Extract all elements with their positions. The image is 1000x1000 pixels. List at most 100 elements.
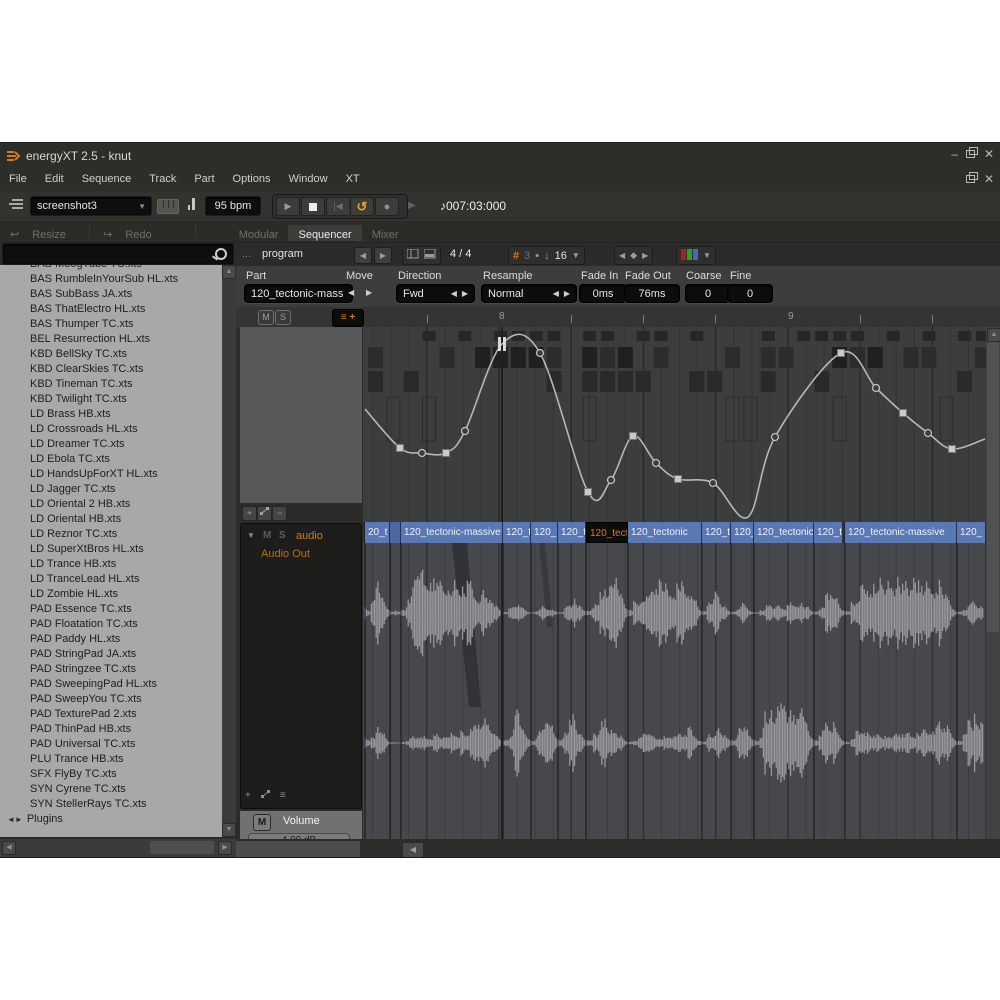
list-item[interactable]: PAD TexturePad 2.xts [0,707,222,722]
track-header[interactable]: ▼ M S audio Audio Out + ≡ [240,523,362,809]
list-item[interactable]: LD Crossroads HL.xts [0,422,222,437]
list-item[interactable]: LD Oriental HB.xts [0,512,222,527]
restore-button[interactable] [966,147,976,157]
menu-item-sequence[interactable]: Sequence [73,169,141,185]
arrangement-list-icon[interactable] [8,198,24,215]
automation-point-square[interactable] [949,446,956,453]
automation-point-square[interactable] [675,476,682,483]
song-play-icon[interactable]: ▶ [408,200,416,211]
list-item[interactable]: PAD Universal TC.xts [0,737,222,752]
tab-sequencer[interactable]: Sequencer [288,225,361,241]
fade-out-field[interactable]: 76ms [624,284,680,303]
automation-point-square[interactable] [838,350,845,357]
list-item[interactable]: LD Trance HB.xts [0,557,222,572]
automation-point-circle[interactable] [462,428,469,435]
lane-solo-button[interactable]: S [275,310,291,325]
record-button[interactable]: ● [375,197,399,216]
automation-point-circle[interactable] [653,460,660,467]
scroll-left-icon[interactable]: ◀ [402,842,424,858]
clip[interactable]: 120_t [531,522,558,543]
rewind-button[interactable]: |◀ [326,197,349,216]
clip[interactable]: 20_t [365,522,390,543]
coarse-field[interactable]: 0 [685,284,731,303]
clip[interactable]: 120_t [702,522,731,543]
clip[interactable]: 120_t [558,522,586,543]
layout-bottom-icon[interactable] [424,249,436,262]
clip-selected[interactable]: 120_tect [586,522,628,543]
nav-right-icon[interactable]: ▶ [642,251,648,260]
clip[interactable]: 120_ [957,522,986,543]
tab-mixer[interactable]: Mixer [362,225,409,241]
clip[interactable]: 120_tectonic-massive [845,522,957,543]
menu-item-options[interactable]: Options [224,169,280,185]
dot-icon[interactable]: • [535,250,539,262]
list-item[interactable]: LD Jagger TC.xts [0,482,222,497]
arrange-vertical-scrollbar[interactable]: ▲ [986,327,1000,839]
lane-add-button[interactable]: ≡ + [332,309,364,327]
layout-split-icon[interactable] [407,249,419,262]
track-output[interactable]: Audio Out [261,548,310,560]
list-item[interactable]: PAD StringPad JA.xts [0,647,222,662]
list-item[interactable]: LD Oriental 2 HB.xts [0,497,222,512]
clip[interactable]: 120_tectonic [754,522,814,543]
list-item[interactable]: PAD SweepingPad HL.xts [0,677,222,692]
list-item[interactable]: LD Ebola TC.xts [0,452,222,467]
play-button[interactable]: ▶ [276,197,300,216]
zoom-link-icon[interactable] [261,790,270,802]
list-item[interactable]: BAS MoogTube TC.xts [0,265,222,272]
tab-modular[interactable]: Modular [229,225,289,241]
automation-point-selected[interactable] [503,337,506,351]
nav-marker-icon[interactable]: ◆ [630,250,637,261]
bpm-field[interactable]: 95 bpm [205,196,261,216]
list-item[interactable]: LD Brass HB.xts [0,407,222,422]
track-color-button[interactable]: ▼ [676,246,716,265]
list-item[interactable]: LD Dreamer TC.xts [0,437,222,452]
minimize-button[interactable]: – [951,147,958,161]
chevron-down-icon[interactable]: ▼ [572,251,580,260]
move-right-icon[interactable]: ▶ [366,288,372,297]
list-item[interactable]: BEL Resurrection HL.xts [0,332,222,347]
list-item[interactable]: KBD Twilight TC.xts [0,392,222,407]
footer-param-label[interactable]: Volume [283,815,320,827]
grid-division[interactable]: 16 [555,250,567,262]
list-item[interactable]: KBD Tineman TC.xts [0,377,222,392]
scrollbar-thumb[interactable] [150,841,214,854]
track-collapse-icon[interactable]: ▼ [247,531,255,540]
clip[interactable]: 120_tectonic [628,522,702,543]
keyboard-icon[interactable] [157,199,179,214]
clip[interactable]: 120_ [731,522,754,543]
automation-point-circle[interactable] [873,385,880,392]
add-icon[interactable]: + [245,790,251,802]
undo-resize-button[interactable]: ↩ Resize [0,221,86,241]
list-item[interactable]: PLU Trance HB.xts [0,752,222,767]
list-item[interactable]: KBD BellSky TC.xts [0,347,222,362]
move-left-icon[interactable]: ◀ [348,288,354,297]
time-signature[interactable]: 4 / 4 [450,248,471,260]
list-item[interactable]: BAS ThatElectro HL.xts [0,302,222,317]
scroll-down-icon[interactable]: ▼ [222,823,236,837]
footer-mute-button[interactable]: M [253,814,271,831]
list-item[interactable]: PAD Paddy HL.xts [0,632,222,647]
scroll-up-icon[interactable]: ▲ [987,328,1000,342]
loop-button[interactable]: ↺ [350,197,374,216]
redo-button[interactable]: ↪ Redo [93,221,172,241]
down-arrow-icon[interactable]: ↓ [544,250,550,262]
list-item[interactable]: PAD Floatation TC.xts [0,617,222,632]
list-item[interactable]: LD Reznor TC.xts [0,527,222,542]
scroll-left-icon[interactable]: ◀ [2,841,16,855]
automation-point-circle[interactable] [608,477,615,484]
scrollbar-thumb[interactable] [987,342,999,632]
list-item[interactable]: LD TranceLead HL.xts [0,572,222,587]
meter-icon[interactable] [186,198,195,210]
browser-search-input[interactable] [2,243,234,265]
list-item[interactable]: PAD ThinPad HB.xts [0,722,222,737]
track-mute-button[interactable]: M [263,530,271,541]
automation-point-circle[interactable] [710,480,717,487]
resample-field[interactable]: Normal ◀▶ [481,284,577,303]
footer-value-field[interactable]: 4.00 dB [248,833,350,839]
automation-point-circle[interactable] [925,430,932,437]
scrollbar-thumb[interactable] [236,841,360,857]
options-dots-button[interactable]: ... [242,248,251,260]
menu-item-window[interactable]: Window [279,169,336,185]
list-item[interactable]: SFX FlyBy TC.xts [0,767,222,782]
